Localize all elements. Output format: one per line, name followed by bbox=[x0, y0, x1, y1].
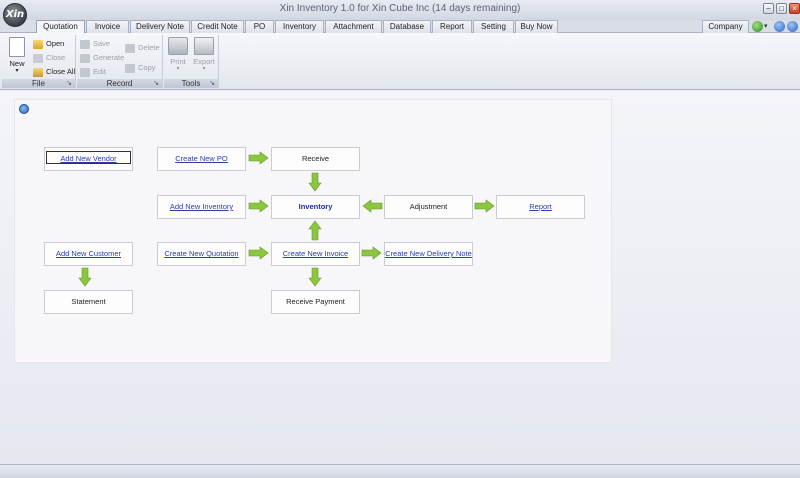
add-new-customer-link[interactable]: Add New Customer bbox=[44, 242, 133, 266]
file-group-label-text: File bbox=[32, 79, 45, 88]
report-link[interactable]: Report bbox=[496, 195, 585, 219]
save-button[interactable]: Save bbox=[80, 38, 110, 50]
tab-invoice[interactable]: Invoice bbox=[86, 20, 129, 33]
globe-icon[interactable] bbox=[752, 21, 763, 32]
statement-node: Statement bbox=[44, 290, 133, 314]
title-bar: Xin Xin Inventory 1.0 for Xin Cube Inc (… bbox=[0, 0, 800, 27]
close-all-button[interactable]: Close All bbox=[33, 66, 75, 78]
tools-group: Print ▾ Export ▾ Tools ↘ bbox=[164, 35, 219, 88]
close-button[interactable]: Close bbox=[33, 52, 65, 64]
tab-credit-note[interactable]: Credit Note bbox=[191, 20, 244, 33]
edit-label: Edit bbox=[93, 67, 106, 76]
delete-label: Delete bbox=[138, 43, 160, 52]
export-button[interactable]: Export ▾ bbox=[192, 37, 216, 72]
arrow-right-icon bbox=[248, 199, 269, 213]
record-group: Save Generate Edit Delete Copy Record ↘ bbox=[77, 35, 163, 88]
chevron-down-icon[interactable]: ▾ bbox=[764, 22, 768, 30]
dialog-launcher-icon[interactable]: ↘ bbox=[153, 79, 159, 88]
window-title: Xin Inventory 1.0 for Xin Cube Inc (14 d… bbox=[279, 3, 521, 14]
arrow-down-icon bbox=[78, 267, 92, 287]
arrow-down-icon bbox=[308, 172, 322, 192]
tab-delivery-note[interactable]: Delivery Note bbox=[130, 20, 190, 33]
status-bar bbox=[0, 464, 800, 478]
adjustment-node: Adjustment bbox=[384, 195, 473, 219]
tab-inventory[interactable]: Inventory bbox=[275, 20, 324, 33]
arrow-right-icon bbox=[474, 199, 495, 213]
edit-icon bbox=[80, 67, 90, 77]
arrow-right-icon bbox=[248, 246, 269, 260]
maximize-button[interactable]: □ bbox=[776, 3, 787, 14]
folder-open-icon bbox=[33, 39, 43, 49]
inventory-node: Inventory bbox=[271, 195, 360, 219]
create-new-delivery-note-link[interactable]: Create New Delivery Note bbox=[384, 242, 473, 266]
generate-label: Generate bbox=[93, 53, 125, 62]
edit-button[interactable]: Edit bbox=[80, 66, 106, 78]
arrow-left-icon bbox=[362, 199, 383, 213]
tab-database[interactable]: Database bbox=[383, 20, 431, 33]
tools-group-label-text: Tools bbox=[181, 79, 201, 88]
tab-buy-now[interactable]: Buy Now bbox=[515, 20, 558, 33]
copy-label: Copy bbox=[138, 63, 156, 72]
new-document-icon bbox=[9, 37, 25, 57]
close-window-button[interactable]: × bbox=[789, 3, 800, 14]
generate-icon bbox=[80, 53, 90, 63]
copy-icon bbox=[125, 63, 135, 73]
arrow-right-icon bbox=[248, 151, 269, 165]
receive-payment-node: Receive Payment bbox=[271, 290, 360, 314]
focus-rectangle bbox=[46, 151, 131, 164]
company-button[interactable]: Company bbox=[702, 20, 749, 33]
record-group-label: Record ↘ bbox=[77, 79, 162, 88]
dialog-launcher-icon[interactable]: ↘ bbox=[209, 79, 215, 88]
add-new-inventory-link[interactable]: Add New Inventory bbox=[157, 195, 246, 219]
print-button[interactable]: Print ▾ bbox=[166, 37, 190, 72]
tools-group-label: Tools ↘ bbox=[164, 79, 218, 88]
help-icon[interactable] bbox=[787, 21, 798, 32]
tab-report[interactable]: Report bbox=[432, 20, 472, 33]
open-label: Open bbox=[46, 39, 65, 48]
printer-icon bbox=[168, 37, 188, 55]
receive-node: Receive bbox=[271, 147, 360, 171]
tab-po[interactable]: PO bbox=[245, 20, 274, 33]
chevron-down-icon: ▾ bbox=[176, 66, 180, 72]
new-label: New bbox=[9, 59, 25, 68]
close-all-icon bbox=[33, 67, 43, 77]
app-logo[interactable]: Xin bbox=[3, 3, 27, 27]
save-label: Save bbox=[93, 39, 111, 48]
file-group-label: File ↘ bbox=[2, 79, 75, 88]
add-new-vendor-link[interactable]: Add New Vendor bbox=[44, 147, 133, 171]
print-label: Print bbox=[170, 57, 186, 66]
arrow-up-icon bbox=[308, 220, 322, 241]
file-group: New ▾ Open Close Close All File ↘ bbox=[2, 35, 76, 88]
ribbon: New ▾ Open Close Close All File ↘ Save Ge… bbox=[0, 33, 800, 90]
info-icon[interactable] bbox=[774, 21, 785, 32]
generate-button[interactable]: Generate bbox=[80, 52, 124, 64]
save-icon bbox=[80, 39, 90, 49]
close-all-label: Close All bbox=[46, 67, 76, 76]
close-document-icon bbox=[33, 53, 43, 63]
close-label: Close bbox=[46, 53, 66, 62]
arrow-down-icon bbox=[308, 267, 322, 287]
ribbon-tab-row: Quotation Invoice Delivery Note Credit N… bbox=[0, 20, 800, 34]
export-icon bbox=[194, 37, 214, 55]
tab-quotation[interactable]: Quotation bbox=[36, 20, 85, 34]
open-button[interactable]: Open bbox=[33, 38, 64, 50]
tab-attachment[interactable]: Attachment bbox=[325, 20, 382, 33]
copy-button[interactable]: Copy bbox=[125, 62, 156, 74]
minimize-button[interactable]: – bbox=[763, 3, 774, 14]
create-new-po-link[interactable]: Create New PO bbox=[157, 147, 246, 171]
chevron-down-icon: ▾ bbox=[202, 66, 206, 72]
create-new-quotation-link[interactable]: Create New Quotation bbox=[157, 242, 246, 266]
tab-setting[interactable]: Setting bbox=[473, 20, 514, 33]
play-icon[interactable] bbox=[19, 104, 29, 114]
delete-button[interactable]: Delete bbox=[125, 42, 160, 54]
create-new-invoice-link[interactable]: Create New Invoice bbox=[271, 242, 360, 266]
record-group-label-text: Record bbox=[106, 79, 133, 88]
chevron-down-icon: ▾ bbox=[15, 68, 19, 74]
new-button[interactable]: New ▾ bbox=[4, 37, 30, 74]
arrow-right-icon bbox=[361, 246, 382, 260]
delete-icon bbox=[125, 43, 135, 53]
export-label: Export bbox=[193, 57, 215, 66]
dialog-launcher-icon[interactable]: ↘ bbox=[66, 79, 72, 88]
